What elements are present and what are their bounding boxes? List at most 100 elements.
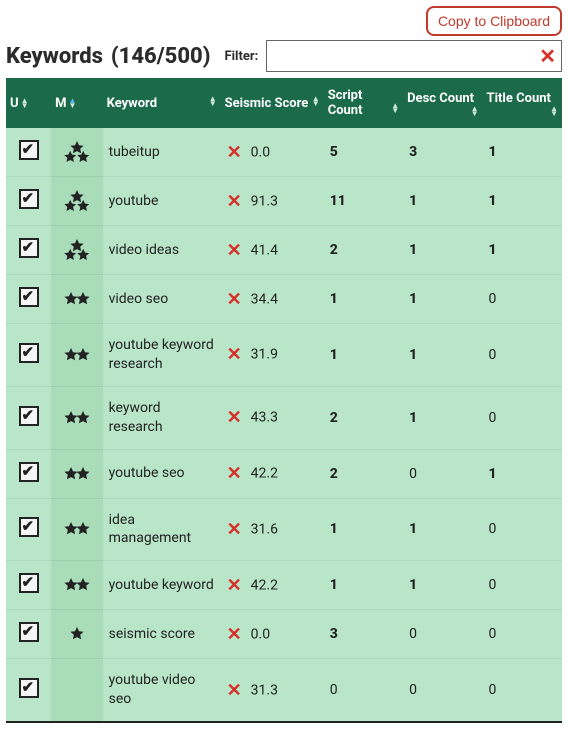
- use-checkbox[interactable]: [19, 517, 39, 537]
- table-row: video seo ✕ 34.4 1 1 0: [6, 275, 562, 324]
- keyword-text: video seo: [109, 290, 215, 309]
- clear-filter-icon[interactable]: ✕: [539, 44, 556, 68]
- match-stars-icon: [57, 577, 97, 593]
- col-header-u[interactable]: U▲▼: [6, 78, 51, 128]
- use-checkbox[interactable]: [19, 406, 39, 426]
- delete-icon[interactable]: ✕: [227, 624, 245, 645]
- seismic-score: 34.4: [251, 291, 278, 307]
- script-count: 1: [330, 577, 338, 593]
- keyword-text: youtube video seo: [109, 671, 215, 709]
- use-checkbox[interactable]: [19, 343, 39, 363]
- match-stars-icon: [57, 466, 97, 482]
- title-count: 0: [489, 347, 497, 363]
- desc-count: 3: [409, 144, 417, 160]
- use-checkbox[interactable]: [19, 622, 39, 642]
- title-count: 1: [489, 193, 497, 209]
- keyword-text: keyword research: [109, 399, 215, 437]
- filter-label: Filter:: [224, 49, 258, 64]
- desc-count: 1: [409, 521, 417, 537]
- match-stars-icon: [57, 291, 97, 307]
- title-count: 0: [489, 626, 497, 642]
- seismic-score: 31.9: [251, 347, 278, 363]
- match-stars-icon: [57, 238, 97, 262]
- title-count: 1: [489, 242, 497, 258]
- keyword-text: youtube keyword research: [109, 336, 215, 374]
- col-header-m[interactable]: M▲▼: [51, 78, 103, 128]
- copy-to-clipboard-button[interactable]: Copy to Clipboard: [426, 6, 562, 36]
- title-count: 0: [489, 682, 497, 698]
- table-row: idea management✕31.6110: [6, 498, 562, 561]
- filter-input[interactable]: [266, 40, 562, 72]
- delete-icon[interactable]: ✕: [227, 519, 245, 540]
- desc-count: 0: [409, 466, 417, 482]
- delete-icon[interactable]: ✕: [227, 289, 245, 310]
- keyword-count: (146/500): [111, 44, 211, 69]
- table-row: youtube✕91.31111: [6, 177, 562, 226]
- table-row: video ideas ✕ 41.4 2 1 1: [6, 226, 562, 275]
- delete-icon[interactable]: ✕: [227, 191, 245, 212]
- desc-count: 1: [409, 347, 417, 363]
- desc-count: 0: [409, 626, 417, 642]
- use-checkbox[interactable]: [19, 189, 39, 209]
- keyword-text: seismic score: [109, 625, 215, 644]
- keyword-text: youtube seo: [109, 464, 215, 483]
- seismic-score: 41.4: [251, 242, 278, 258]
- col-header-script[interactable]: Script Count▲▼: [324, 78, 403, 128]
- desc-count: 1: [409, 193, 417, 209]
- match-stars-icon: [57, 347, 97, 363]
- use-checkbox[interactable]: [19, 140, 39, 160]
- script-count: 3: [330, 626, 338, 642]
- col-header-desc[interactable]: Desc Count▲▼: [403, 78, 482, 128]
- desc-count: 1: [409, 291, 417, 307]
- seismic-score: 42.2: [251, 466, 278, 482]
- delete-icon[interactable]: ✕: [227, 680, 245, 701]
- script-count: 2: [330, 242, 338, 258]
- col-header-title[interactable]: Title Count▲▼: [483, 78, 562, 128]
- keyword-text: tubeitup: [109, 143, 215, 162]
- use-checkbox[interactable]: [19, 238, 39, 258]
- page-title: Keywords: [6, 44, 103, 69]
- delete-icon[interactable]: ✕: [227, 407, 245, 428]
- col-header-score[interactable]: Seismic Score▲▼: [221, 78, 324, 128]
- match-stars-icon: [57, 410, 97, 426]
- match-stars-icon: [57, 189, 97, 213]
- table-row: youtube keyword research ✕ 31.9 1 1 0: [6, 324, 562, 387]
- match-stars-icon: [57, 140, 97, 164]
- seismic-score: 0.0: [251, 626, 270, 642]
- title-count: 1: [489, 466, 497, 482]
- delete-icon[interactable]: ✕: [227, 142, 245, 163]
- use-checkbox[interactable]: [19, 462, 39, 482]
- title-count: 0: [489, 410, 497, 426]
- match-stars-icon: [57, 521, 97, 537]
- delete-icon[interactable]: ✕: [227, 344, 245, 365]
- table-row: keyword research✕43.3210: [6, 386, 562, 449]
- title-count: 0: [489, 577, 497, 593]
- script-count: 0: [330, 682, 338, 698]
- seismic-score: 31.3: [251, 682, 278, 698]
- table-row: youtube keyword✕42.2110: [6, 561, 562, 610]
- keyword-text: video ideas: [109, 241, 215, 260]
- script-count: 5: [330, 144, 338, 160]
- delete-icon[interactable]: ✕: [227, 240, 245, 261]
- script-count: 1: [330, 347, 338, 363]
- delete-icon[interactable]: ✕: [227, 463, 245, 484]
- use-checkbox[interactable]: [19, 678, 39, 698]
- desc-count: 1: [409, 242, 417, 258]
- desc-count: 0: [409, 682, 417, 698]
- match-stars-icon: [57, 626, 97, 642]
- desc-count: 1: [409, 577, 417, 593]
- col-header-keyword[interactable]: Keyword▲▼: [103, 78, 221, 128]
- keyword-text: youtube keyword: [109, 576, 215, 595]
- script-count: 2: [330, 466, 338, 482]
- table-row: seismic score ✕ 0.0 3 0 0: [6, 610, 562, 659]
- seismic-score: 0.0: [251, 144, 270, 160]
- use-checkbox[interactable]: [19, 287, 39, 307]
- delete-icon[interactable]: ✕: [227, 575, 245, 596]
- script-count: 11: [330, 193, 346, 209]
- table-row: tubeitup✕0.0531: [6, 128, 562, 177]
- use-checkbox[interactable]: [19, 573, 39, 593]
- title-count: 0: [489, 291, 497, 307]
- desc-count: 1: [409, 410, 417, 426]
- script-count: 1: [330, 521, 338, 537]
- script-count: 1: [330, 291, 338, 307]
